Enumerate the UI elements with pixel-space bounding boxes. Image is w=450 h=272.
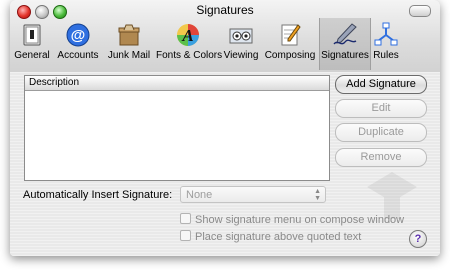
tab-fonts-colors[interactable]: A Fonts & Colors xyxy=(156,18,222,70)
preferences-toolbar: General @ Accounts Junk Mail A Fonts & C… xyxy=(10,18,440,70)
show-menu-label: Show signature menu on compose window xyxy=(195,214,405,226)
auto-insert-label: Automatically Insert Signature: xyxy=(23,189,173,201)
signatures-pane: Description Add Signature Edit Duplicate… xyxy=(10,72,440,256)
show-menu-checkbox-row[interactable]: Show signature menu on compose window xyxy=(180,213,404,226)
svg-text:@: @ xyxy=(71,27,86,44)
general-icon xyxy=(19,22,45,48)
title-bar: Signatures General @ Accounts Junk Mail … xyxy=(10,0,440,73)
rules-icon xyxy=(373,22,399,48)
auto-insert-value: None xyxy=(186,189,213,201)
svg-text:A: A xyxy=(181,26,193,45)
edit-button[interactable]: Edit xyxy=(335,99,427,118)
fonts-colors-icon: A xyxy=(175,22,201,48)
window-title: Signatures xyxy=(196,3,254,17)
preferences-window: Signatures General @ Accounts Junk Mail … xyxy=(10,0,440,256)
signatures-icon xyxy=(332,22,358,48)
tab-composing[interactable]: Composing xyxy=(262,18,318,70)
add-signature-button[interactable]: Add Signature xyxy=(335,75,427,94)
stepper-arrows-icon: ▲ ▼ xyxy=(314,188,321,202)
junk-mail-icon xyxy=(116,22,142,48)
accounts-icon: @ xyxy=(65,22,91,48)
duplicate-button[interactable]: Duplicate xyxy=(335,123,427,142)
tab-general[interactable]: General xyxy=(12,18,52,70)
viewing-icon xyxy=(228,22,254,48)
help-button[interactable]: ? xyxy=(409,230,427,248)
place-above-label: Place signature above quoted text xyxy=(195,231,362,243)
place-above-checkbox-row[interactable]: Place signature above quoted text xyxy=(180,230,361,243)
show-menu-checkbox[interactable] xyxy=(180,213,191,224)
tab-junk-mail[interactable]: Junk Mail xyxy=(104,18,154,70)
tab-viewing[interactable]: Viewing xyxy=(222,18,260,70)
place-above-checkbox[interactable] xyxy=(180,230,191,241)
description-column-header[interactable]: Description xyxy=(25,76,329,91)
tab-accounts[interactable]: @ Accounts xyxy=(54,18,102,70)
composing-icon xyxy=(277,22,303,48)
tab-rules[interactable]: Rules xyxy=(371,18,401,70)
tab-signatures[interactable]: Signatures xyxy=(319,18,371,70)
toolbar-toggle-button[interactable] xyxy=(409,5,431,17)
signatures-list[interactable]: Description xyxy=(24,75,330,181)
auto-insert-select[interactable]: None ▲ ▼ xyxy=(180,186,326,203)
remove-button[interactable]: Remove xyxy=(335,148,427,167)
